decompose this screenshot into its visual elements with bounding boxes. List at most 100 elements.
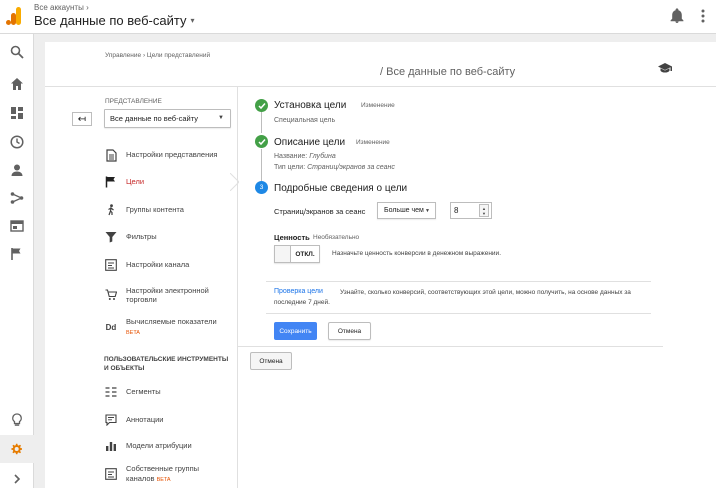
search-icon [10, 45, 24, 59]
all-accounts-link[interactable]: Все аккаунты › [34, 3, 89, 12]
verify-goal-link[interactable]: Проверка цели [274, 288, 323, 295]
nav-item-goals[interactable]: Цели [104, 171, 237, 193]
step-connector [261, 149, 262, 181]
nav-item-filters[interactable]: Фильтры [104, 226, 237, 248]
segments-icon [104, 385, 118, 399]
view-section-label: ПРЕДСТАВЛЕНИЕ [105, 98, 162, 105]
view-select[interactable]: Все данные по веб-сайту ▼ [104, 109, 231, 128]
nav-item-content-groups[interactable]: Группы контента [104, 199, 237, 221]
person-icon [11, 164, 23, 176]
rail-discover[interactable] [0, 406, 34, 434]
step-done-check-icon [255, 99, 268, 112]
nav-item-label: Аннотации [126, 415, 164, 425]
flag-icon [11, 248, 21, 260]
nav-item-ecommerce-settings[interactable]: Настройки электронной торговли [104, 284, 237, 306]
pages-per-session-label: Страниц/экранов за сеанс [274, 207, 366, 216]
nav-item-label: Модели атрибуции [126, 441, 192, 451]
rail-home[interactable] [0, 70, 34, 98]
step3-title: Подробные сведения о цели [274, 183, 408, 194]
back-button[interactable]: ↤ [72, 112, 92, 126]
rail-acquisition[interactable] [0, 184, 34, 212]
step-done-check-icon [255, 135, 268, 148]
nav-item-segments[interactable]: Сегменты [104, 381, 237, 403]
channel-groups-icon [104, 467, 118, 481]
annotation-icon [104, 413, 118, 427]
nav-item-label: Фильтры [126, 232, 157, 242]
nav-item-annotations[interactable]: Аннотации [104, 409, 237, 431]
rail-search[interactable] [0, 38, 34, 66]
chevron-right-icon: › [86, 3, 89, 12]
verify-divider [266, 313, 651, 314]
rail-realtime[interactable] [0, 128, 34, 156]
comparison-value: Больше чем [384, 207, 424, 214]
value-hint: Назначьте ценность конверсии в денежном … [332, 250, 501, 257]
rail-conversions[interactable] [0, 240, 34, 268]
nav-item-view-settings[interactable]: Настройки представления [104, 144, 237, 166]
home-icon [11, 78, 23, 90]
rail-behavior[interactable] [0, 212, 34, 240]
cancel-button[interactable]: Отмена [328, 322, 371, 340]
step1-summary: Специальная цель [274, 117, 336, 124]
lightbulb-icon [12, 413, 22, 426]
save-button[interactable]: Сохранить [274, 322, 317, 340]
nav-item-custom-channel-groups[interactable]: Собственные группы каналов BETA [104, 463, 237, 485]
nav-item-label: Сегменты [126, 387, 161, 397]
acquisition-icon [10, 192, 24, 204]
beta-badge: BETA [156, 476, 171, 483]
back-arrow-icon: ↤ [77, 113, 87, 125]
step2-title: Описание цели [274, 137, 346, 148]
nav-divider [237, 87, 238, 488]
rail-audience[interactable] [0, 156, 34, 184]
more-vert-icon[interactable] [697, 8, 709, 24]
caret-down-icon: ▼ [218, 115, 224, 121]
filter-icon [104, 230, 118, 244]
step1-edit-link[interactable]: Изменение [361, 102, 395, 109]
bell-icon[interactable] [669, 8, 685, 24]
step1-title: Установка цели [274, 100, 347, 111]
page-title: / Все данные по веб-сайту [380, 66, 516, 78]
toggle-state: ОТКЛ. [295, 250, 315, 258]
value-optional-label: Необязательно [313, 234, 360, 241]
person-walk-icon [104, 203, 118, 217]
view-select-value: Все данные по веб-сайту [110, 114, 198, 123]
value-label: Ценность [274, 233, 310, 242]
rail-customization[interactable] [0, 99, 34, 127]
caret-down-icon: ▾ [190, 16, 195, 25]
file-icon [104, 148, 118, 162]
channel-icon [104, 258, 118, 272]
gear-icon [11, 443, 22, 455]
rail-admin[interactable] [0, 435, 34, 463]
chevron-right-icon [14, 474, 21, 484]
rail-expand[interactable] [0, 465, 34, 488]
number-stepper[interactable]: ▲ ▼ [479, 204, 489, 217]
cancel-goal-button[interactable]: Отмена [250, 352, 292, 370]
value-toggle[interactable]: ОТКЛ. [274, 245, 320, 263]
behavior-icon [10, 220, 24, 232]
breadcrumb[interactable]: Управление › Цели представлений [105, 52, 210, 59]
header-divider [45, 86, 716, 87]
step2-type: Тип цели: Страниц/экранов за сеанс [274, 164, 395, 171]
bar-chart-icon [104, 439, 118, 453]
nav-item-label: Вычисляемые показатели [126, 317, 217, 327]
nav-item-channel-settings[interactable]: Настройки канала [104, 254, 237, 276]
nav-item-label: Настройки электронной торговли [126, 285, 209, 304]
dd-icon: Dd [105, 322, 117, 332]
form-bottom-divider [237, 346, 663, 347]
nav-item-attribution-models[interactable]: Модели атрибуции [104, 435, 237, 457]
comparison-select[interactable]: Больше чем ▼ [377, 202, 436, 219]
flag-icon [104, 175, 118, 189]
view-title: Все данные по веб-сайту [34, 13, 187, 28]
stepper-down-icon[interactable]: ▼ [482, 211, 486, 216]
view-selector[interactable]: Все данные по веб-сайту ▾ [34, 13, 194, 28]
nav-item-calculated-metrics[interactable]: Dd Вычисляемые показатели BETA [104, 316, 237, 338]
nav-item-label: Настройки представления [126, 150, 218, 160]
custom-tools-section-label: ПОЛЬЗОВАТЕЛЬСКИЕ ИНСТРУМЕНТЫ И ОБЪЕКТЫ [104, 356, 229, 373]
nav-item-label: Группы контента [126, 205, 184, 215]
verify-divider [266, 281, 651, 282]
verify-description: Узнайте, сколько конверсий, соответствую… [274, 289, 631, 307]
nav-item-label: Цели [126, 177, 145, 187]
analytics-logo-icon[interactable] [6, 7, 22, 25]
graduation-cap-icon[interactable] [658, 63, 672, 73]
step2-edit-link[interactable]: Изменение [356, 139, 390, 146]
beta-badge: BETA [126, 329, 140, 336]
